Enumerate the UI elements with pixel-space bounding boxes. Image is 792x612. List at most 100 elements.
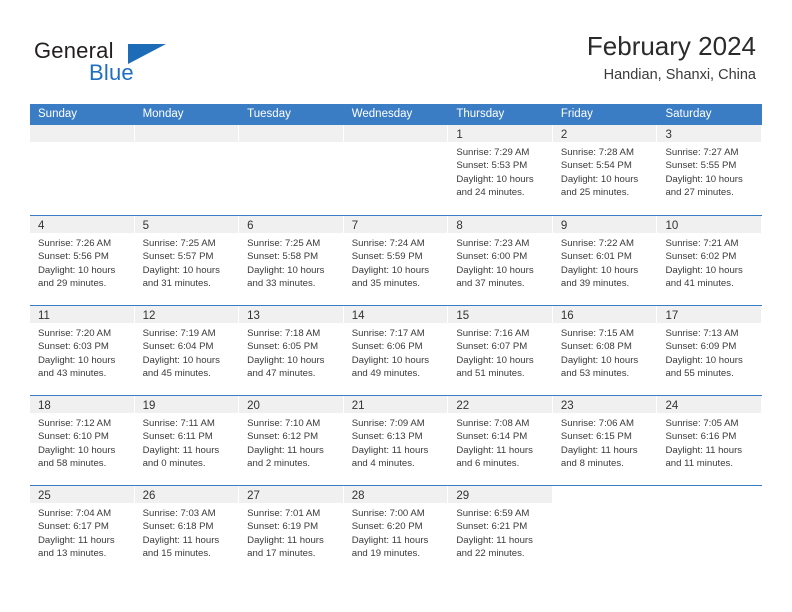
day-cell[interactable]: 14 Sunrise: 7:17 AM Sunset: 6:06 PM Dayligh…: [343, 306, 449, 395]
day-cell[interactable]: 22 Sunrise: 7:08 AM Sunset: 6:14 PM Dayligh…: [448, 396, 553, 485]
sunset-text: Sunset: 6:08 PM: [560, 341, 632, 353]
day-cell[interactable]: 11 Sunrise: 7:20 AM Sunset: 6:03 PM Dayligh…: [30, 306, 135, 395]
brand-name-bottom: Blue: [89, 60, 134, 85]
day-cell[interactable]: 8 Sunrise: 7:23 AM Sunset: 6:00 PM Daylight…: [448, 216, 553, 305]
day-sun-info: Sunrise: 7:29 AM Sunset: 5:53 PM Daylight:…: [448, 142, 552, 200]
calendar-week-row: 1 Sunrise: 7:29 AM Sunset: 5:53 PM Daylight…: [30, 125, 763, 215]
day-sun-info: Sunrise: 7:17 AM Sunset: 6:06 PM Daylight:…: [344, 323, 448, 381]
day-sun-info: Sunrise: 7:13 AM Sunset: 6:09 PM Daylight:…: [657, 323, 761, 381]
day-cell[interactable]: 3 Sunrise: 7:27 AM Sunset: 5:55 PM Daylight…: [657, 125, 763, 215]
day-cell[interactable]: 15 Sunrise: 7:16 AM Sunset: 6:07 PM Dayligh…: [448, 306, 553, 395]
day-cell[interactable]: 19 Sunrise: 7:11 AM Sunset: 6:11 PM Dayligh…: [134, 396, 240, 485]
day-sun-info: Sunrise: 7:06 AM Sunset: 6:15 PM Daylight:…: [553, 413, 657, 471]
day-sun-info: Sunrise: 7:20 AM Sunset: 6:03 PM Daylight:…: [30, 323, 134, 381]
sunrise-text: Sunrise: 7:11 AM: [142, 418, 215, 429]
weekday-header-row: Sunday Monday Tuesday Wednesday Thursday Frid…: [30, 104, 762, 125]
day-cell[interactable]: 21 Sunrise: 7:09 AM Sunset: 6:13 PM Dayligh…: [343, 396, 449, 485]
day-cell[interactable]: 4 Sunrise: 7:26 AM Sunset: 5:56 PM Daylight…: [30, 216, 135, 305]
sunset-text: Sunset: 6:19 PM: [247, 521, 319, 533]
day-cell[interactable]: 10 Sunrise: 7:21 AM Sunset: 6:02 PM Dayligh…: [657, 216, 763, 305]
daylight-text-line2: and 41 minutes.: [665, 278, 734, 290]
day-number-band: 15: [448, 306, 552, 323]
day-cell[interactable]: 12 Sunrise: 7:19 AM Sunset: 6:04 PM Dayligh…: [134, 306, 240, 395]
day-sun-info: Sunrise: 7:11 AM Sunset: 6:11 PM Daylight:…: [135, 413, 239, 471]
day-sun-info: Sunrise: 7:00 AM Sunset: 6:20 PM Daylight:…: [344, 503, 448, 561]
day-sun-info: Sunrise: 7:03 AM Sunset: 6:18 PM Daylight:…: [135, 503, 239, 561]
sunset-text: Sunset: 6:06 PM: [351, 341, 423, 353]
day-sun-info: Sunrise: 7:28 AM Sunset: 5:54 PM Daylight:…: [553, 142, 657, 200]
day-cell-empty: [30, 125, 135, 215]
day-sun-info: Sunrise: 7:26 AM Sunset: 5:56 PM Daylight:…: [30, 233, 134, 291]
day-number-band: [134, 125, 239, 142]
brand-logo[interactable]: General Blue: [34, 38, 254, 94]
sunset-text: Sunset: 5:54 PM: [560, 160, 632, 172]
daylight-text-line1: Daylight: 10 hours: [665, 264, 743, 276]
day-cell-empty: [552, 486, 658, 575]
day-number: 13: [247, 310, 260, 322]
day-number: 3: [665, 129, 672, 141]
daylight-text-line2: and 47 minutes.: [247, 368, 316, 380]
daylight-text-line1: Daylight: 10 hours: [351, 354, 430, 366]
day-cell[interactable]: 9 Sunrise: 7:22 AM Sunset: 6:01 PM Daylight…: [552, 216, 658, 305]
calendar-grid: Sunday Monday Tuesday Wednesday Thursday Frid…: [30, 104, 763, 575]
day-sun-info: Sunrise: 7:04 AM Sunset: 6:17 PM Daylight:…: [30, 503, 134, 561]
day-cell[interactable]: 28 Sunrise: 7:00 AM Sunset: 6:20 PM Dayligh…: [343, 486, 449, 575]
day-number: 1: [456, 129, 463, 141]
daylight-text-line2: and 15 minutes.: [142, 548, 211, 560]
day-number: 19: [142, 400, 156, 412]
calendar-week-row: 18 Sunrise: 7:12 AM Sunset: 6:10 PM Dayligh…: [30, 395, 763, 485]
sunrise-text: Sunrise: 7:00 AM: [351, 508, 425, 519]
day-number-band: 27: [239, 486, 343, 503]
daylight-text-line2: and 53 minutes.: [560, 368, 630, 380]
sunrise-text: Sunrise: 7:23 AM: [456, 238, 530, 249]
day-cell[interactable]: 20 Sunrise: 7:10 AM Sunset: 6:12 PM Dayligh…: [239, 396, 344, 485]
day-sun-info: Sunrise: 7:01 AM Sunset: 6:19 PM Daylight:…: [239, 503, 343, 561]
day-cell[interactable]: 16 Sunrise: 7:15 AM Sunset: 6:08 PM Dayligh…: [552, 306, 658, 395]
day-cell[interactable]: 29 Sunrise: 6:59 AM Sunset: 6:21 PM Dayligh…: [448, 486, 553, 575]
day-cell[interactable]: 27 Sunrise: 7:01 AM Sunset: 6:19 PM Dayligh…: [239, 486, 344, 575]
daylight-text-line1: Daylight: 11 hours: [560, 444, 638, 456]
sunrise-text: Sunrise: 7:29 AM: [456, 147, 530, 158]
day-cell[interactable]: 18 Sunrise: 7:12 AM Sunset: 6:10 PM Dayligh…: [30, 396, 135, 485]
day-number-band: 14: [343, 306, 448, 323]
day-cell[interactable]: 23 Sunrise: 7:06 AM Sunset: 6:15 PM Dayligh…: [552, 396, 658, 485]
day-number: 14: [351, 310, 365, 322]
sunrise-text: Sunrise: 7:04 AM: [38, 508, 112, 519]
sunset-text: Sunset: 6:11 PM: [142, 431, 213, 443]
day-sun-info: Sunrise: 7:15 AM Sunset: 6:08 PM Daylight:…: [553, 323, 657, 381]
day-cell[interactable]: 24 Sunrise: 7:05 AM Sunset: 6:16 PM Dayligh…: [657, 396, 763, 485]
day-cell[interactable]: 6 Sunrise: 7:25 AM Sunset: 5:58 PM Daylight…: [239, 216, 344, 305]
day-sun-info: Sunrise: 7:21 AM Sunset: 6:02 PM Daylight:…: [657, 233, 761, 291]
day-sun-info: Sunrise: 7:27 AM Sunset: 5:55 PM Daylight:…: [657, 142, 761, 200]
title-block: February 2024 Handian, Shanxi, China: [586, 31, 756, 83]
sunrise-text: Sunrise: 7:13 AM: [665, 328, 739, 339]
daylight-text-line2: and 6 minutes.: [456, 458, 520, 470]
day-cell[interactable]: 1 Sunrise: 7:29 AM Sunset: 5:53 PM Daylight…: [448, 125, 553, 215]
day-cell[interactable]: 17 Sunrise: 7:13 AM Sunset: 6:09 PM Dayligh…: [657, 306, 763, 395]
page-subtitle: Handian, Shanxi, China: [603, 66, 756, 83]
day-cell[interactable]: 5 Sunrise: 7:25 AM Sunset: 5:57 PM Daylight…: [134, 216, 240, 305]
sunrise-text: Sunrise: 7:08 AM: [456, 418, 530, 429]
sunrise-text: Sunrise: 7:05 AM: [665, 418, 739, 429]
day-cell[interactable]: 2 Sunrise: 7:28 AM Sunset: 5:54 PM Daylight…: [552, 125, 658, 215]
daylight-text-line1: Daylight: 11 hours: [351, 534, 429, 546]
sunset-text: Sunset: 6:09 PM: [665, 341, 737, 353]
daylight-text-line2: and 45 minutes.: [142, 368, 211, 380]
day-number-band: 8: [448, 216, 552, 233]
daylight-text-line2: and 17 minutes.: [247, 548, 316, 560]
sunrise-text: Sunrise: 7:25 AM: [142, 238, 216, 249]
day-cell[interactable]: 13 Sunrise: 7:18 AM Sunset: 6:05 PM Dayligh…: [239, 306, 344, 395]
calendar-week-row: 11 Sunrise: 7:20 AM Sunset: 6:03 PM Dayligh…: [30, 305, 763, 395]
day-cell[interactable]: 25 Sunrise: 7:04 AM Sunset: 6:17 PM Dayligh…: [30, 486, 135, 575]
daylight-text-line2: and 19 minutes.: [351, 548, 421, 560]
page-title: February 2024: [586, 31, 756, 61]
day-number: 9: [560, 220, 568, 232]
sunrise-text: Sunrise: 7:28 AM: [560, 147, 634, 158]
day-cell[interactable]: 26 Sunrise: 7:03 AM Sunset: 6:18 PM Dayligh…: [134, 486, 240, 575]
sunset-text: Sunset: 6:07 PM: [456, 341, 528, 353]
daylight-text-line2: and 37 minutes.: [456, 278, 525, 290]
day-cell[interactable]: 7 Sunrise: 7:24 AM Sunset: 5:59 PM Daylight…: [343, 216, 449, 305]
daylight-text-line2: and 11 minutes.: [665, 458, 734, 470]
daylight-text-line2: and 25 minutes.: [560, 187, 630, 199]
sunset-text: Sunset: 6:18 PM: [142, 521, 214, 533]
